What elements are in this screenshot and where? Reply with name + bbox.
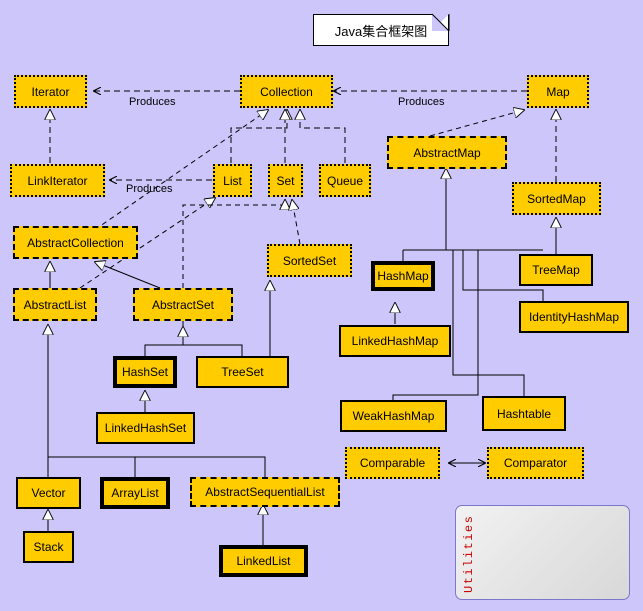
node-linkedlist[interactable]: LinkedList — [219, 545, 308, 577]
node-sortedset[interactable]: SortedSet — [267, 244, 352, 277]
node-label: LinkedList — [236, 554, 291, 568]
node-linkedhashmap[interactable]: LinkedHashMap — [339, 325, 451, 357]
node-abstractsequentiallist[interactable]: AbstractSequentialList — [190, 477, 340, 507]
node-label: Comparable — [359, 456, 426, 470]
class-diagram-canvas: Iterator (Produces, dashed open arrow) -… — [0, 0, 643, 611]
utilities-panel — [455, 505, 630, 600]
edge-label-produces-linkiterator: Produces — [126, 183, 173, 195]
edge-label-produces-map: Produces — [398, 96, 445, 108]
node-label: Collection — [260, 84, 313, 99]
node-label: Stack — [33, 540, 64, 554]
node-abstractlist[interactable]: AbstractList — [13, 288, 97, 321]
node-comparable[interactable]: Comparable — [345, 447, 440, 479]
node-treeset[interactable]: TreeSet — [196, 356, 289, 388]
node-label: HashSet — [121, 365, 169, 379]
node-label: SortedSet — [282, 253, 337, 268]
node-set[interactable]: Set — [268, 164, 303, 197]
node-label: TreeMap — [532, 263, 580, 277]
node-queue[interactable]: Queue — [319, 164, 371, 197]
node-label: AbstractSequentialList — [205, 485, 325, 499]
node-label: LinkedHashMap — [351, 334, 439, 348]
node-hashmap[interactable]: HashMap — [371, 261, 435, 291]
node-abstractcollection[interactable]: AbstractCollection — [13, 226, 138, 259]
node-linkiterator[interactable]: LinkIterator — [10, 164, 105, 197]
node-label: WeakHashMap — [352, 409, 435, 423]
node-label: TreeSet — [221, 365, 264, 379]
node-linkedhashset[interactable]: LinkedHashSet — [96, 412, 195, 444]
node-hashtable[interactable]: Hashtable — [482, 396, 566, 431]
node-label: Queue — [326, 173, 364, 188]
node-comparator[interactable]: Comparator — [487, 447, 584, 479]
node-label: LinkIterator — [27, 173, 88, 188]
node-abstractset[interactable]: AbstractSet — [133, 288, 233, 321]
node-label: Iterator — [31, 84, 70, 99]
node-label: List — [223, 173, 242, 188]
node-label: SortedMap — [527, 191, 586, 206]
node-collection[interactable]: Collection — [240, 75, 333, 108]
node-sortedmap[interactable]: SortedMap — [512, 182, 601, 215]
node-hashset[interactable]: HashSet — [113, 356, 177, 388]
node-label: AbstractList — [23, 297, 87, 312]
node-abstractmap[interactable]: AbstractMap — [387, 136, 507, 169]
node-label: HashMap — [377, 269, 429, 283]
node-label: Comparator — [503, 456, 568, 470]
node-arraylist[interactable]: ArrayList — [100, 477, 170, 509]
node-label: ArrayList — [111, 486, 159, 500]
utilities-panel-label: Utilities — [462, 514, 476, 593]
node-treemap[interactable]: TreeMap — [519, 254, 593, 286]
node-list[interactable]: List — [213, 164, 252, 197]
node-iterator[interactable]: Iterator — [14, 75, 87, 108]
node-label: AbstractCollection — [27, 235, 124, 250]
node-stack[interactable]: Stack — [23, 531, 74, 563]
node-label: Set — [276, 173, 295, 188]
node-label: AbstractSet — [151, 297, 215, 312]
node-weakhashmap[interactable]: WeakHashMap — [340, 400, 447, 432]
node-identityhashmap[interactable]: IdentityHashMap — [519, 301, 629, 333]
node-map[interactable]: Map — [527, 75, 589, 108]
node-label: AbstractMap — [413, 145, 481, 160]
node-label: Hashtable — [496, 406, 552, 421]
diagram-title-note: Java集合框架图 — [313, 14, 449, 46]
node-label: Map — [546, 84, 570, 99]
node-label: IdentityHashMap — [528, 310, 620, 324]
node-label: LinkedHashSet — [104, 421, 187, 435]
node-vector[interactable]: Vector — [16, 477, 81, 509]
page-title: Java集合框架图 — [334, 23, 428, 39]
note-fold-line — [431, 13, 450, 32]
edge-label-produces-iterator: Produces — [129, 96, 176, 108]
node-label: Vector — [31, 486, 66, 500]
